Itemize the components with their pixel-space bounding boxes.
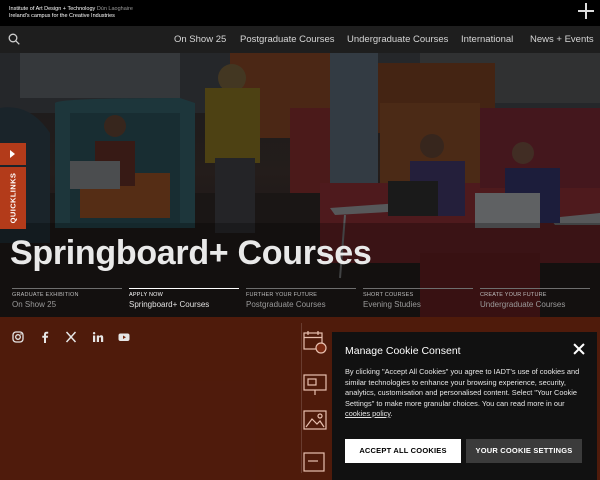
- quicklinks-toggle[interactable]: [0, 143, 26, 165]
- facebook-icon[interactable]: [39, 331, 51, 343]
- promo-link-undergraduate[interactable]: CREATE YOUR FUTURE Undergraduate Courses: [480, 288, 590, 316]
- arrow-right-icon: [10, 150, 15, 158]
- quicklinks-tab[interactable]: QUICKLINKS: [0, 167, 26, 229]
- nav-item-postgraduate[interactable]: Postgraduate Courses: [240, 34, 335, 45]
- promo-link-evening-studies[interactable]: SHORT COURSES Evening Studies: [363, 288, 473, 316]
- promo-label: On Show 25: [12, 300, 57, 309]
- calendar-icon[interactable]: [302, 329, 328, 355]
- instagram-icon[interactable]: [12, 331, 24, 343]
- search-icon[interactable]: [8, 33, 20, 45]
- promo-link-springboard[interactable]: APPLY NOW Springboard+ Courses: [129, 288, 239, 316]
- promo-kicker: GRADUATE EXHIBITION: [12, 292, 79, 298]
- brand-bar: Institute of Art Design + Technology Dún…: [0, 0, 600, 26]
- youtube-icon[interactable]: [118, 331, 130, 343]
- brand-name: Institute of Art Design + Technology: [9, 6, 96, 12]
- hero-photo: [0, 53, 600, 317]
- promo-kicker: APPLY NOW: [129, 292, 163, 298]
- promo-kicker: CREATE YOUR FUTURE: [480, 292, 547, 298]
- nav-item-undergraduate[interactable]: Undergraduate Courses: [347, 34, 448, 45]
- nav-item-on-show[interactable]: On Show 25: [174, 34, 226, 45]
- close-icon[interactable]: [573, 343, 585, 355]
- hero-banner: QUICKLINKS Springboard+ Courses GRADUATE…: [0, 53, 600, 317]
- promo-label: Undergraduate Courses: [480, 300, 566, 309]
- promo-kicker: FURTHER YOUR FUTURE: [246, 292, 318, 298]
- cookies-policy-link[interactable]: cookies policy: [345, 409, 390, 418]
- accept-all-cookies-button[interactable]: ACCEPT ALL COOKIES: [345, 439, 461, 463]
- cookie-body-end: .: [390, 409, 393, 418]
- promo-link-on-show[interactable]: GRADUATE EXHIBITION On Show 25: [12, 288, 122, 316]
- gallery-icon[interactable]: [302, 407, 328, 433]
- linkedin-icon[interactable]: [92, 331, 104, 343]
- main-nav: On Show 25 Postgraduate Courses Undergra…: [0, 26, 600, 53]
- cookie-dialog-title: Manage Cookie Consent: [345, 345, 461, 357]
- menu-plus-icon[interactable]: [578, 3, 594, 19]
- cookie-settings-button[interactable]: YOUR COOKIE SETTINGS: [466, 439, 582, 463]
- cookie-consent-dialog: Manage Cookie Consent By clicking "Accep…: [332, 332, 597, 480]
- cookie-dialog-body: By clicking "Accept All Cookies" you agr…: [345, 367, 590, 420]
- tablet-icon[interactable]: [302, 449, 328, 475]
- promo-label: Evening Studies: [363, 300, 421, 309]
- promo-link-postgraduate[interactable]: FURTHER YOUR FUTURE Postgraduate Courses: [246, 288, 356, 316]
- quicklinks-label: QUICKLINKS: [8, 172, 18, 224]
- brand-tagline: Ireland's campus for the Creative Indust…: [9, 12, 115, 19]
- promo-label: Postgraduate Courses: [246, 300, 326, 309]
- hero-title: Springboard+ Courses: [10, 234, 372, 272]
- promo-kicker: SHORT COURSES: [363, 292, 414, 298]
- promo-label: Springboard+ Courses: [129, 300, 210, 309]
- nav-item-international[interactable]: International: [461, 34, 513, 45]
- cookie-body-text: By clicking "Accept All Cookies" you agr…: [345, 367, 580, 408]
- presentation-icon[interactable]: [302, 372, 328, 398]
- site-logo[interactable]: Institute of Art Design + Technology Dún…: [9, 6, 133, 19]
- nav-item-news-events[interactable]: News + Events: [530, 34, 594, 45]
- brand-location: Dún Laoghaire: [96, 6, 133, 12]
- x-icon[interactable]: [65, 331, 77, 343]
